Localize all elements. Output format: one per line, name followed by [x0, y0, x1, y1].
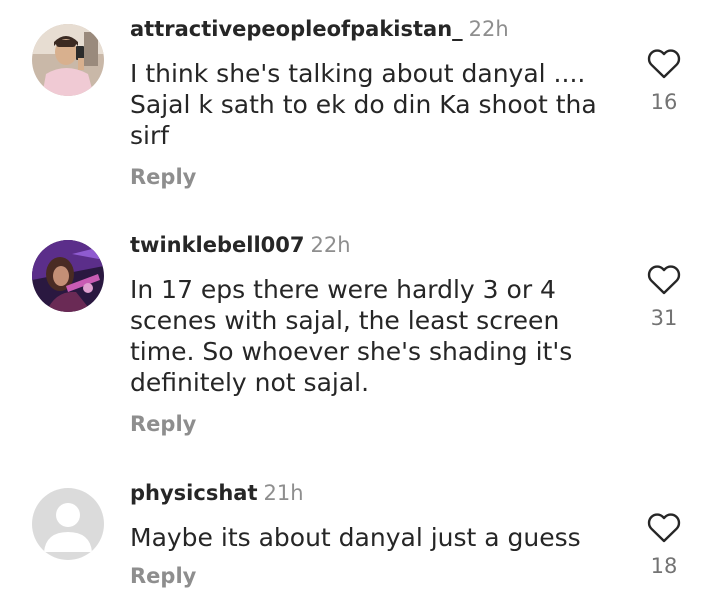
comment-header: attractivepeopleofpakistan_ 22h — [130, 17, 509, 41]
comment-header: physicshat 21h — [130, 481, 304, 505]
like-count: 31 — [650, 306, 678, 330]
comment-header: twinklebell007 22h — [130, 233, 351, 257]
username-link[interactable]: physicshat — [130, 481, 257, 505]
heart-icon[interactable] — [647, 513, 681, 543]
default-user-avatar-icon — [32, 488, 104, 560]
timestamp: 22h — [468, 17, 509, 41]
like-count: 18 — [650, 554, 678, 578]
avatar[interactable] — [32, 24, 104, 96]
heart-icon[interactable] — [647, 49, 681, 79]
comment-text: In 17 eps there were hardly 3 or 4 scene… — [130, 275, 573, 397]
reply-button[interactable]: Reply — [130, 564, 196, 588]
user-photo-icon — [32, 240, 104, 312]
like-count: 16 — [650, 90, 678, 114]
avatar[interactable] — [32, 240, 104, 312]
comment-text: Maybe its about danyal just a guess — [130, 523, 581, 552]
reply-button[interactable]: Reply — [130, 412, 196, 436]
reply-button[interactable]: Reply — [130, 165, 196, 189]
username-link[interactable]: attractivepeopleofpakistan_ — [130, 17, 463, 41]
comment-text: I think she's talking about danyal .... … — [130, 59, 597, 150]
avatar[interactable] — [32, 488, 104, 560]
timestamp: 22h — [310, 233, 351, 257]
heart-icon[interactable] — [647, 265, 681, 295]
username-link[interactable]: twinklebell007 — [130, 233, 305, 257]
timestamp: 21h — [263, 481, 304, 505]
user-photo-icon — [32, 24, 104, 96]
